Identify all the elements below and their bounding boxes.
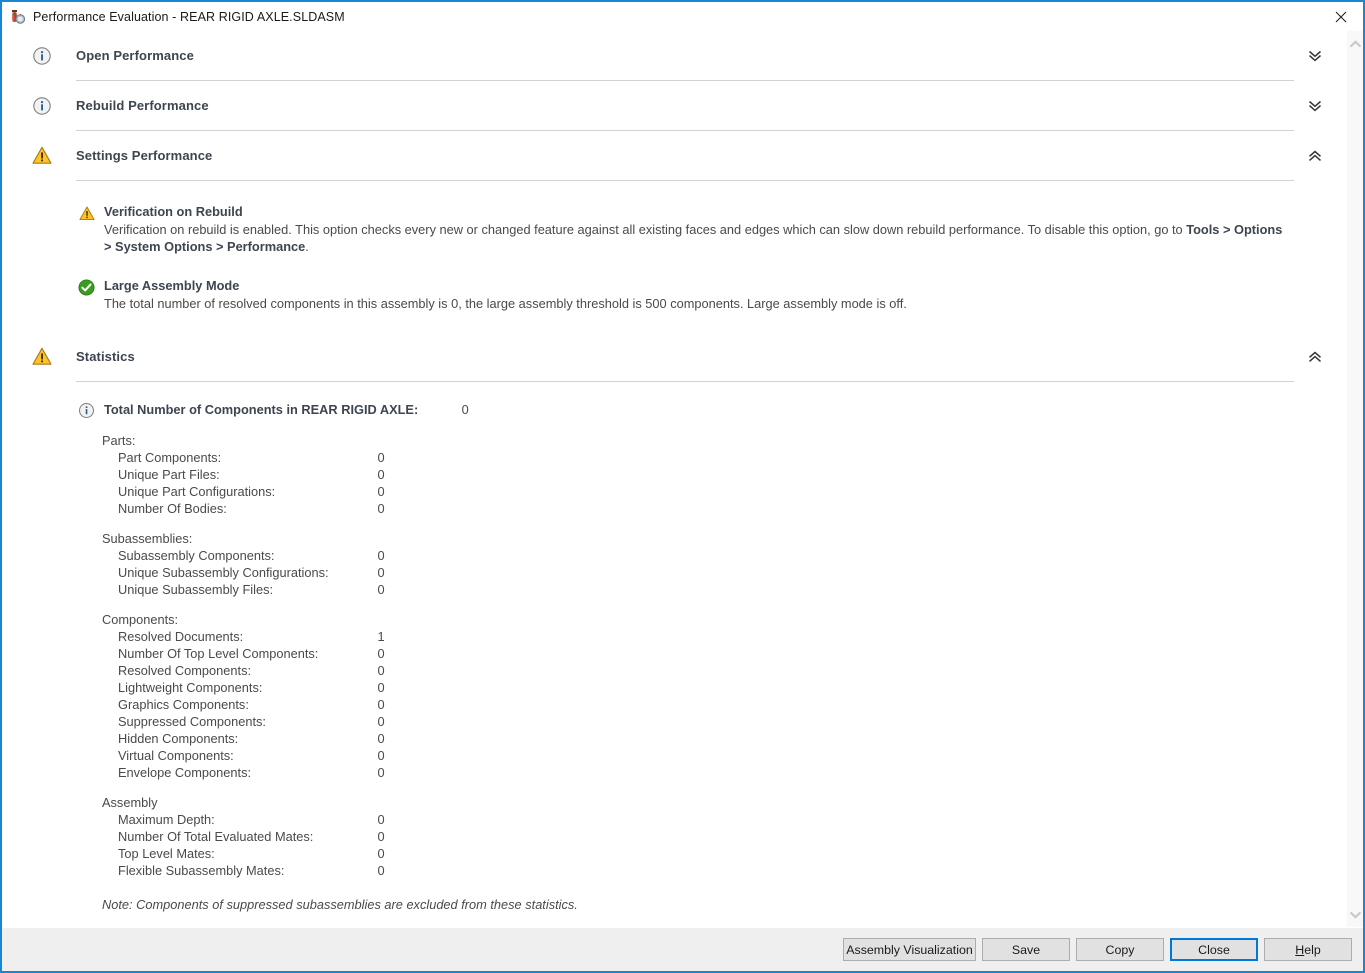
table-row: Assembly bbox=[102, 794, 385, 811]
statistics-note: Note: Components of suppressed subassemb… bbox=[102, 897, 578, 912]
help-button[interactable]: Help bbox=[1264, 938, 1352, 961]
stopwatch-icon bbox=[10, 9, 26, 25]
table-row: Number Of Bodies: 0 bbox=[118, 501, 385, 516]
message-body: The total number of resolved components … bbox=[104, 296, 907, 311]
section-title: Rebuild Performance bbox=[76, 98, 209, 113]
chevron-down-icon[interactable] bbox=[1347, 906, 1364, 923]
table-row: Envelope Components: 0 bbox=[118, 765, 385, 780]
table-row: Virtual Components: 0 bbox=[118, 748, 385, 763]
section-header-statistics[interactable]: Statistics bbox=[2, 332, 1346, 381]
group-label: Parts: bbox=[102, 433, 136, 448]
close-icon[interactable] bbox=[1318, 2, 1363, 31]
help-accel-letter: H bbox=[1295, 942, 1305, 957]
table-row: Subassembly Components: 0 bbox=[118, 548, 385, 563]
dialog-footer: Assembly Visualization Save Copy Close H… bbox=[2, 927, 1363, 971]
section-header-open-performance[interactable]: Open Performance bbox=[2, 31, 1346, 80]
table-row: Unique Part Configurations: 0 bbox=[118, 484, 385, 499]
table-row: Subassemblies: bbox=[102, 530, 385, 547]
info-icon bbox=[78, 402, 95, 419]
close-button[interactable]: Close bbox=[1170, 938, 1258, 961]
table-row: Part Components: 0 bbox=[118, 450, 385, 465]
warning-icon bbox=[31, 346, 53, 368]
warning-icon bbox=[78, 205, 95, 222]
message-title: Verification on Rebuild bbox=[104, 204, 243, 219]
info-icon bbox=[31, 95, 53, 117]
statistics-table: Parts: Part Components: 0 Unique Part Fil… bbox=[102, 432, 385, 879]
table-row: Number Of Top Level Components: 0 bbox=[118, 646, 385, 661]
table-row: Parts: bbox=[102, 432, 385, 449]
table-row: Graphics Components: 0 bbox=[118, 697, 385, 712]
section-title: Settings Performance bbox=[76, 148, 213, 163]
section-divider bbox=[76, 381, 1294, 382]
message-body-tail: . bbox=[305, 239, 309, 254]
table-row: Resolved Components: 0 bbox=[118, 663, 385, 678]
title-bar: Performance Evaluation - REAR RIGID AXLE… bbox=[2, 2, 1363, 31]
section-title: Statistics bbox=[76, 349, 135, 364]
warning-icon bbox=[31, 145, 53, 167]
table-row: Lightweight Components: 0 bbox=[118, 680, 385, 695]
window-title: Performance Evaluation - REAR RIGID AXLE… bbox=[33, 9, 345, 24]
section-open-performance: Open Performance bbox=[2, 31, 1346, 81]
section-divider bbox=[76, 180, 1294, 181]
group-label: Subassemblies: bbox=[102, 531, 193, 546]
save-button[interactable]: Save bbox=[982, 938, 1070, 961]
message-body-text: Verification on rebuild is enabled. This… bbox=[104, 222, 1187, 237]
table-row: Top Level Mates: 0 bbox=[118, 846, 385, 861]
section-header-settings-performance[interactable]: Settings Performance bbox=[2, 131, 1346, 180]
vertical-scrollbar[interactable] bbox=[1346, 31, 1363, 927]
table-spacer bbox=[102, 598, 385, 611]
section-title: Open Performance bbox=[76, 48, 194, 63]
section-rebuild-performance: Rebuild Performance bbox=[2, 81, 1346, 131]
table-row: Unique Subassembly Files: 0 bbox=[118, 582, 385, 597]
copy-button[interactable]: Copy bbox=[1076, 938, 1164, 961]
table-row: Resolved Documents: 1 bbox=[118, 629, 385, 644]
double-chevron-up-icon[interactable] bbox=[1305, 347, 1325, 367]
statistics-total-label: Total Number of Components in REAR RIGID… bbox=[104, 402, 419, 417]
group-label: Assembly bbox=[102, 795, 158, 810]
table-spacer bbox=[102, 517, 385, 530]
double-chevron-up-icon[interactable] bbox=[1305, 146, 1325, 166]
statistics-total-value: 0 bbox=[461, 402, 469, 417]
performance-evaluation-dialog: Performance Evaluation - REAR RIGID AXLE… bbox=[0, 0, 1365, 973]
message-body: Verification on rebuild is enabled. This… bbox=[104, 221, 1286, 255]
table-spacer bbox=[102, 781, 385, 794]
dialog-body: Open Performance Rebuild Performance Set… bbox=[2, 31, 1363, 927]
double-chevron-down-icon[interactable] bbox=[1305, 46, 1325, 66]
table-row: Hidden Components: 0 bbox=[118, 731, 385, 746]
double-chevron-down-icon[interactable] bbox=[1305, 96, 1325, 116]
chevron-up-icon[interactable] bbox=[1347, 35, 1364, 52]
table-row: Unique Part Files: 0 bbox=[118, 467, 385, 482]
statistics-total-row: Total Number of Components in REAR RIGID… bbox=[2, 401, 1346, 419]
section-header-rebuild-performance[interactable]: Rebuild Performance bbox=[2, 81, 1346, 130]
group-label: Components: bbox=[102, 612, 179, 627]
info-icon bbox=[31, 45, 53, 67]
table-row: Unique Subassembly Configurations: 0 bbox=[118, 565, 385, 580]
table-row: Components: bbox=[102, 611, 385, 628]
scroll-content: Open Performance Rebuild Performance Set… bbox=[2, 31, 1346, 927]
success-icon bbox=[78, 279, 95, 296]
assembly-visualization-button[interactable]: Assembly Visualization bbox=[843, 938, 976, 961]
section-settings-performance: Settings Performance Verification on Reb… bbox=[2, 131, 1346, 312]
table-row: Flexible Subassembly Mates: 0 bbox=[118, 863, 385, 878]
help-label-rest: elp bbox=[1304, 942, 1321, 957]
section-statistics: Statistics Total Number of Components in… bbox=[2, 332, 1346, 912]
message-verification-on-rebuild: Verification on Rebuild Verification on … bbox=[2, 203, 1346, 255]
table-row: Maximum Depth: 0 bbox=[118, 812, 385, 827]
message-title: Large Assembly Mode bbox=[104, 278, 240, 293]
table-row: Suppressed Components: 0 bbox=[118, 714, 385, 729]
message-large-assembly-mode: Large Assembly Mode The total number of … bbox=[2, 277, 1346, 312]
table-row: Number Of Total Evaluated Mates: 0 bbox=[118, 829, 385, 844]
